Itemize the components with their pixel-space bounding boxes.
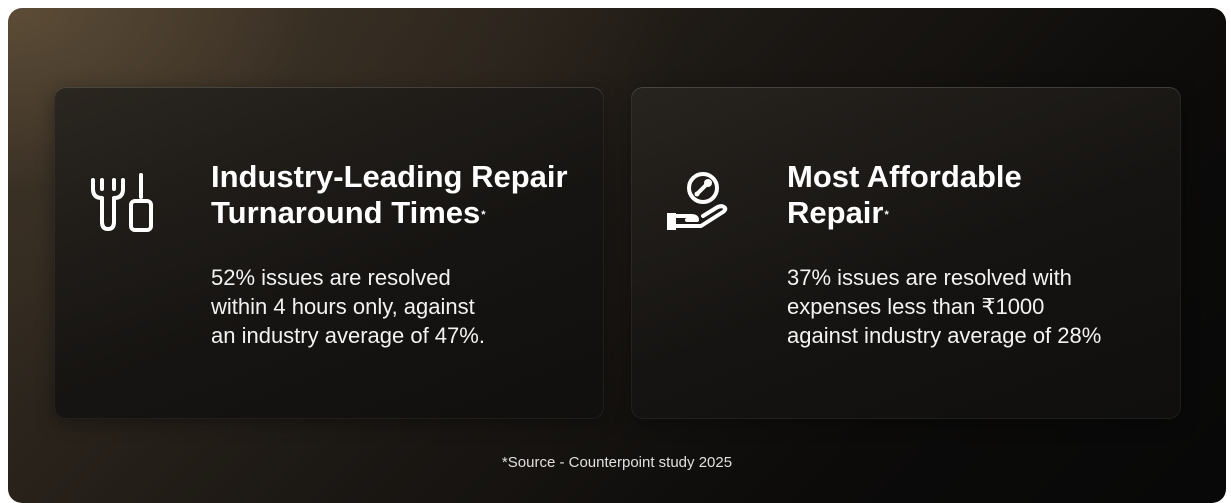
card-description-line: an industry average of 47%. xyxy=(211,323,485,348)
card-title-line: Industry-Leading Repair xyxy=(211,159,568,194)
card-description-line: within 4 hours only, against xyxy=(211,294,475,319)
card-description: 52% issues are resolved within 4 hours o… xyxy=(211,263,591,350)
card-description-line: expenses less than ₹1000 xyxy=(787,294,1045,319)
card-title-text: Turnaround Times xyxy=(211,195,481,230)
hand-wrench-icon xyxy=(661,167,733,239)
card-title-line: Turnaround Times* xyxy=(211,195,591,231)
feature-panel: Industry-Leading Repair Turnaround Times… xyxy=(8,8,1226,503)
source-footnote: *Source - Counterpoint study 2025 xyxy=(501,454,733,471)
card-description: 37% issues are resolved with expenses le… xyxy=(787,263,1167,350)
feature-card-turnaround: Industry-Leading Repair Turnaround Times… xyxy=(54,87,604,419)
tools-icon xyxy=(86,167,158,239)
card-title-text: Repair xyxy=(787,195,884,230)
card-title-line: Repair* xyxy=(787,195,1167,231)
card-description-line: 37% issues are resolved with xyxy=(787,265,1072,290)
card-description-line: 52% issues are resolved xyxy=(211,265,451,290)
footnote-marker: * xyxy=(884,209,889,221)
card-description-line: against industry average of 28% xyxy=(787,323,1102,348)
card-title: Most Affordable Repair* xyxy=(787,159,1167,231)
feature-card-affordable: Most Affordable Repair* 37% issues are r… xyxy=(631,87,1181,419)
footnote-marker: * xyxy=(481,209,486,221)
card-title: Industry-Leading Repair Turnaround Times… xyxy=(211,159,591,231)
card-title-line: Most Affordable xyxy=(787,159,1022,194)
